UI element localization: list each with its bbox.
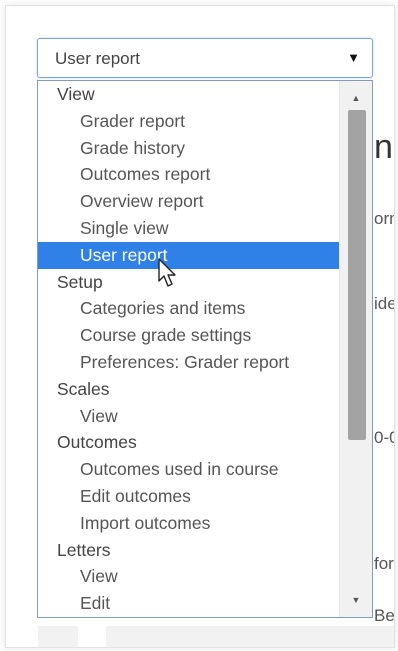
background-table-strip (106, 626, 394, 647)
dropdown-option[interactable]: View (38, 563, 339, 590)
dropdown-option[interactable]: Categories and items (38, 295, 339, 322)
option-group-label: View (57, 84, 95, 104)
arrow-pointer-icon (158, 258, 176, 287)
dropdown-option[interactable]: Preferences: Grader report (38, 349, 339, 376)
background-text-fragment: Bel (374, 606, 395, 625)
dropdown-option[interactable]: User report (38, 241, 339, 269)
background-text-fragment: 0-0 (374, 428, 394, 447)
dropdown-option[interactable]: View (38, 403, 339, 430)
dropdown-option[interactable]: Edit outcomes (38, 483, 339, 510)
report-dropdown-list[interactable]: View Grader report Grade history Outcomes r… (37, 80, 373, 618)
report-select[interactable]: User report ▼ (37, 38, 373, 78)
option-group-label: Outcomes (57, 432, 137, 453)
dropdown-option[interactable]: Grader report (38, 108, 339, 135)
option-group-label: Letters (57, 539, 111, 560)
select-value: User report (55, 49, 141, 68)
background-text-fragment: orm (374, 209, 394, 228)
dropdown-option[interactable]: Grade history (38, 135, 339, 162)
background-text-fragment: for (374, 554, 394, 573)
scrollbar[interactable]: ▲ ▼ (339, 81, 372, 617)
option-group-label: Setup (57, 271, 103, 292)
option-group-label: Scales (57, 378, 110, 399)
dropdown-option[interactable]: Course grade settings (38, 322, 339, 349)
dropdown-option[interactable]: Outcomes used in course (38, 456, 339, 483)
scroll-up-arrow-icon[interactable]: ▲ (340, 87, 372, 109)
option-list: View Grader report Grade history Outcomes r… (38, 81, 339, 617)
background-heading-fragment: n (374, 128, 393, 166)
dropdown-option[interactable]: Overview report (38, 188, 339, 215)
dropdown-option[interactable]: Edit (38, 590, 339, 617)
dropdown-option[interactable]: Single view (38, 215, 339, 242)
scroll-down-arrow-icon[interactable]: ▼ (340, 589, 372, 611)
dropdown-option[interactable]: Outcomes report (38, 161, 339, 188)
scrollbar-thumb[interactable] (348, 110, 366, 440)
chevron-down-icon: ▼ (347, 50, 360, 65)
background-text-fragment: ide (374, 294, 395, 313)
background-table-strip (38, 626, 78, 647)
dropdown-option[interactable]: Import outcomes (38, 510, 339, 537)
